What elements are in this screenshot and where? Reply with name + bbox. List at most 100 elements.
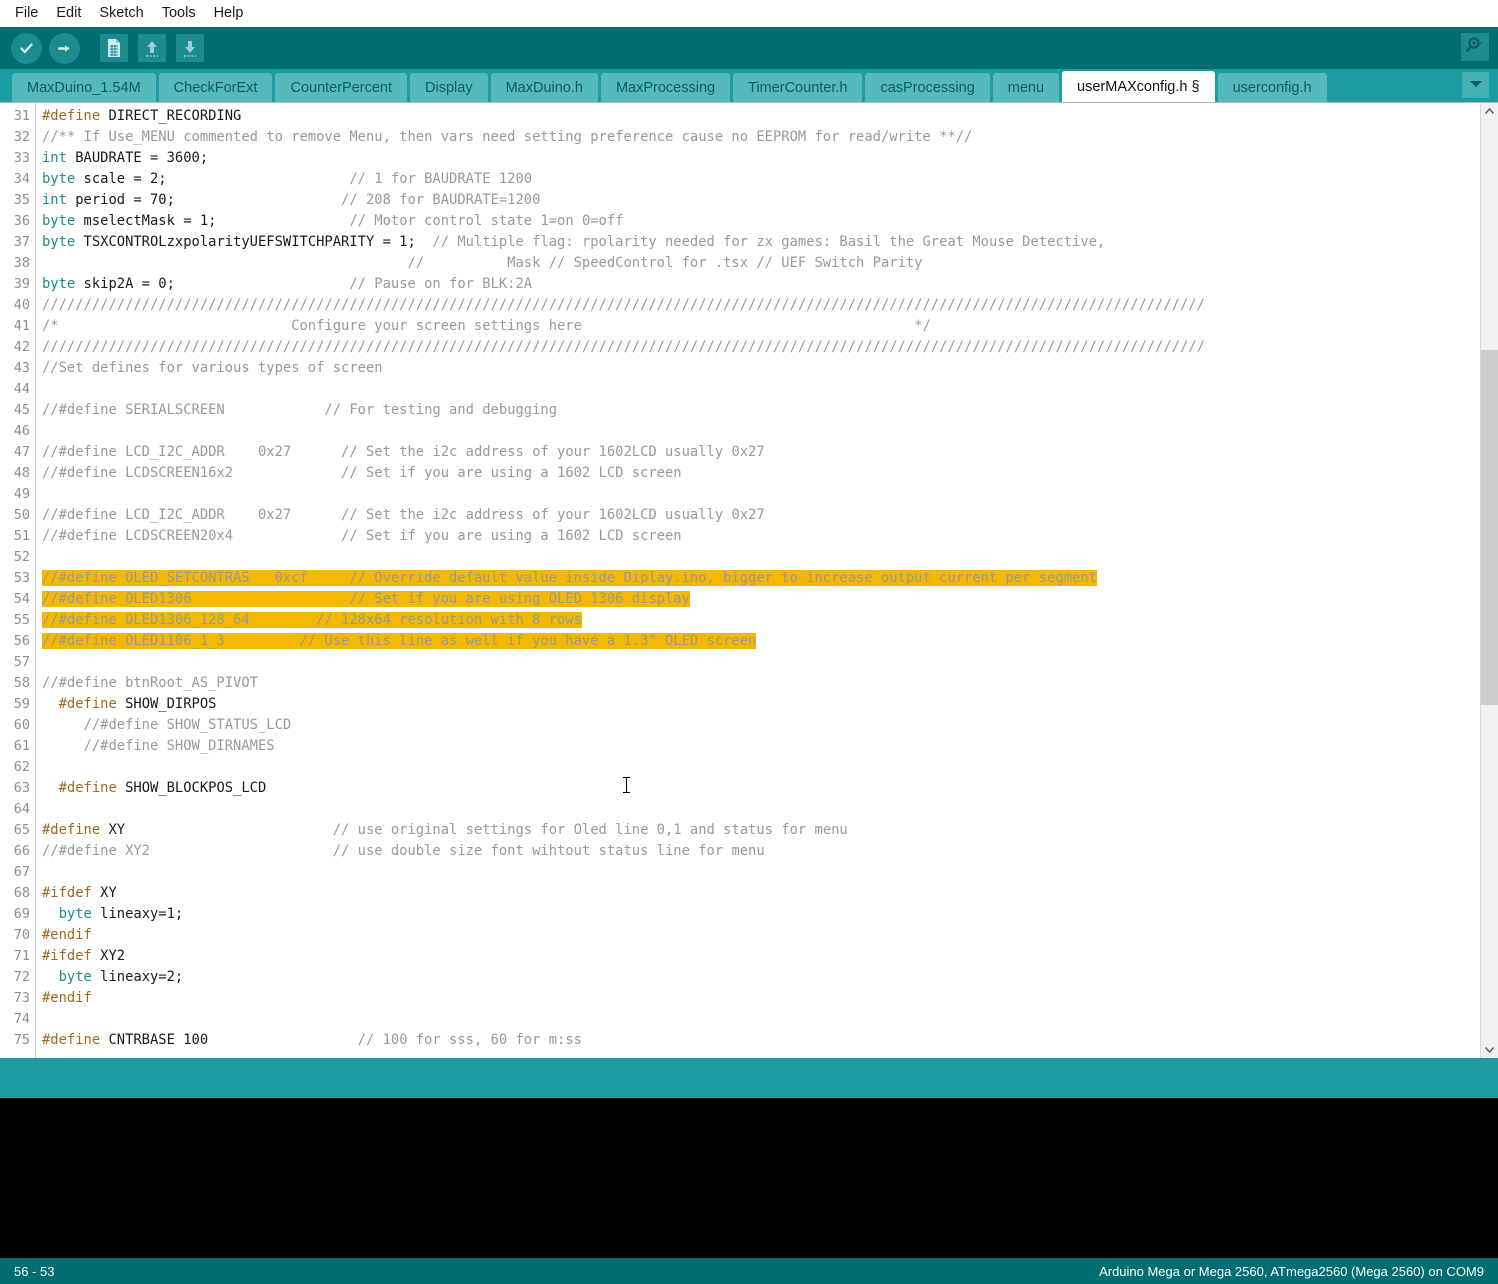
code-line[interactable]	[42, 757, 1480, 778]
code-token: #endif	[42, 927, 92, 943]
line-number: 56	[13, 633, 30, 649]
code-token: // 100 for sss, 60 for m:ss	[357, 1032, 582, 1048]
code-line[interactable]: //#define SHOW_DIRNAMES	[42, 736, 1480, 757]
code-line[interactable]: //#define XY2 // use double size font wi…	[42, 841, 1480, 862]
tab-timercounter-h[interactable]: TimerCounter.h	[733, 73, 863, 102]
code-line[interactable]: //** If Use_MENU commented to remove Men…	[42, 127, 1480, 148]
code-line[interactable]	[42, 862, 1480, 883]
code-line[interactable]: #ifdef XY	[42, 883, 1480, 904]
code-line[interactable]	[42, 547, 1480, 568]
code-line[interactable]: int BAUDRATE = 3600;	[42, 148, 1480, 169]
code-token: // Set the i2c address of your 1602LCD u…	[341, 444, 765, 460]
code-token: // For testing and debugging	[324, 402, 558, 418]
tab-maxprocessing[interactable]: MaxProcessing	[600, 73, 731, 102]
code-line[interactable]: //#define OLED1306_128_64 // 128x64 reso…	[42, 610, 1480, 631]
menu-item-file[interactable]: File	[6, 2, 47, 24]
line-number: 47	[13, 444, 30, 460]
code-token: mselectMask = 1;	[75, 213, 350, 229]
save-button[interactable]	[174, 32, 206, 64]
code-line[interactable]: //#define LCDSCREEN20x4 // Set if you ar…	[42, 526, 1480, 547]
editor-vertical-scrollbar[interactable]	[1480, 103, 1498, 1058]
code-line[interactable]: #define SHOW_BLOCKPOS_LCD	[42, 778, 1480, 799]
line-number: 39	[13, 276, 30, 292]
code-content[interactable]: #define DIRECT_RECORDING //** If Use_MENU…	[36, 103, 1480, 1058]
line-number: 50	[13, 507, 30, 523]
verify-button[interactable]	[10, 32, 42, 64]
code-line[interactable]: #endif	[42, 925, 1480, 946]
line-number: 66	[13, 843, 30, 859]
code-line[interactable]: ////////////////////////////////////////…	[42, 295, 1480, 316]
tab-display[interactable]: Display	[410, 73, 488, 102]
tab-userconfig-h[interactable]: userconfig.h	[1217, 73, 1327, 102]
code-line[interactable]: #define DIRECT_RECORDING	[42, 106, 1480, 127]
code-line[interactable]: #define CNTRBASE 100 // 100 for sss, 60 …	[42, 1030, 1480, 1051]
menu-item-sketch[interactable]: Sketch	[90, 2, 152, 24]
code-line[interactable]: //#define OLED_SETCONTRAS 0xcf // Overri…	[42, 568, 1480, 589]
code-token: TSXCONTROLzxpolarityUEFSWITCHPARITY = 1;	[75, 234, 433, 250]
code-token: int	[42, 192, 67, 208]
code-line[interactable]: //#define LCD_I2C_ADDR 0x27 // Set the i…	[42, 505, 1480, 526]
code-token: byte	[58, 969, 92, 985]
tab-counterpercent[interactable]: CounterPercent	[275, 73, 408, 102]
code-token: //#define SHOW_STATUS_LCD	[42, 717, 292, 733]
tab-checkforext[interactable]: CheckForExt	[158, 73, 273, 102]
code-line[interactable]	[42, 1009, 1480, 1030]
tab-menu[interactable]: menu	[992, 73, 1060, 102]
menu-item-tools[interactable]: Tools	[153, 2, 205, 24]
menu-item-help[interactable]: Help	[205, 2, 253, 24]
code-line[interactable]: //Set defines for various types of scree…	[42, 358, 1480, 379]
code-line[interactable]: /* Configure your screen settings here *…	[42, 316, 1480, 337]
code-line[interactable]: int period = 70; // 208 for BAUDRATE=120…	[42, 190, 1480, 211]
tab-list-dropdown-button[interactable]	[1462, 72, 1489, 98]
code-line[interactable]: #define SHOW_DIRPOS	[42, 694, 1480, 715]
code-line[interactable]: #ifdef XY2	[42, 946, 1480, 967]
board-info-label: Arduino Mega or Mega 2560, ATmega2560 (M…	[1099, 1263, 1484, 1279]
upload-button[interactable]	[48, 32, 80, 64]
code-line[interactable]: byte TSXCONTROLzxpolarityUEFSWITCHPARITY…	[42, 232, 1480, 253]
code-line[interactable]: //#define SERIALSCREEN // For testing an…	[42, 400, 1480, 421]
scrollbar-thumb[interactable]	[1481, 350, 1498, 705]
code-line[interactable]	[42, 421, 1480, 442]
code-line[interactable]: #define XY // use original settings for …	[42, 820, 1480, 841]
new-sketch-button[interactable]	[98, 32, 130, 64]
code-line[interactable]: ////////////////////////////////////////…	[42, 337, 1480, 358]
line-number: 73	[13, 990, 30, 1006]
code-line[interactable]: //#define OLED1106_1_3 // Use this line …	[42, 631, 1480, 652]
code-line[interactable]: #endif	[42, 988, 1480, 1009]
tab-maxduino-154m[interactable]: MaxDuino_1.54M	[12, 73, 156, 102]
code-line[interactable]: byte scale = 2; // 1 for BAUDRATE 1200	[42, 169, 1480, 190]
code-token: #define	[42, 780, 126, 796]
tab-maxduino-h[interactable]: MaxDuino.h	[490, 73, 598, 102]
open-button[interactable]	[136, 32, 168, 64]
toolbar	[0, 27, 1498, 69]
serial-monitor-button[interactable]	[1461, 33, 1489, 61]
code-line[interactable]	[42, 652, 1480, 673]
code-token: byte	[58, 906, 92, 922]
menu-item-edit[interactable]: Edit	[47, 2, 90, 24]
code-line[interactable]	[42, 484, 1480, 505]
code-line[interactable]: byte skip2A = 0; // Pause on for BLK:2A	[42, 274, 1480, 295]
scroll-up-arrow[interactable]	[1481, 103, 1498, 120]
code-token: // Pause on for BLK:2A	[349, 276, 533, 292]
code-token: #define	[42, 822, 109, 838]
scroll-down-arrow[interactable]	[1481, 1041, 1498, 1058]
code-line[interactable]: //#define SHOW_STATUS_LCD	[42, 715, 1480, 736]
code-line[interactable]: byte mselectMask = 1; // Motor control s…	[42, 211, 1480, 232]
code-line[interactable]: byte lineaxy=2;	[42, 967, 1480, 988]
code-line[interactable]: //#define LCD_I2C_ADDR 0x27 // Set the i…	[42, 442, 1480, 463]
tab-usermaxconfig-h[interactable]: userMAXconfig.h §	[1062, 71, 1215, 102]
code-token: period = 70;	[66, 192, 342, 208]
tab-casprocessing[interactable]: casProcessing	[865, 73, 990, 102]
code-line[interactable]	[42, 799, 1480, 820]
code-line[interactable]	[42, 379, 1480, 400]
code-editor[interactable]: 31 32 33 34 35 36 37 38 39 40 41 42 43 44 45 46 47 48 49 50…	[0, 102, 1498, 1058]
code-line[interactable]: //#define LCDSCREEN16x2 // Set if you ar…	[42, 463, 1480, 484]
code-token: XY	[108, 822, 333, 838]
code-line[interactable]: byte lineaxy=1;	[42, 904, 1480, 925]
code-line[interactable]: //#define btnRoot_AS_PIVOT	[42, 673, 1480, 694]
code-line[interactable]: //#define OLED1306 // Set if you are usi…	[42, 589, 1480, 610]
code-line[interactable]: // Mask // SpeedControl for .tsx // UEF …	[42, 253, 1480, 274]
line-number: 45	[13, 402, 30, 418]
line-number: 69	[13, 906, 30, 922]
code-token: XY2	[100, 948, 126, 964]
